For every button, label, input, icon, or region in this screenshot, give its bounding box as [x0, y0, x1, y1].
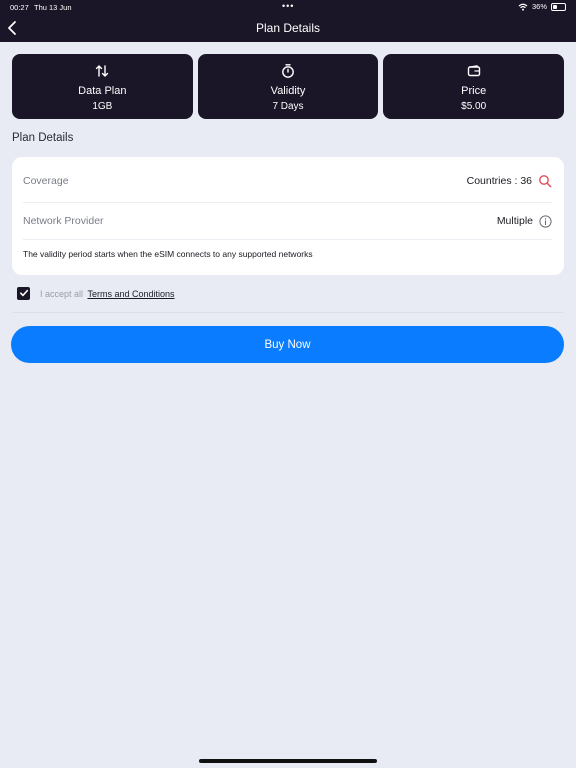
price-card: Price $5.00 — [383, 54, 565, 119]
section-title: Plan Details — [12, 132, 74, 144]
search-icon[interactable] — [538, 174, 552, 188]
network-provider-row: Network Provider Multiple — [23, 202, 552, 240]
provider-value: Multiple — [496, 215, 533, 227]
validity-note: The validity period starts when the eSIM… — [23, 249, 313, 259]
price-value: $5.00 — [461, 101, 487, 112]
status-bar: 00:27 Thu 13 Jun ••• 36% — [0, 0, 576, 14]
price-title: Price — [461, 85, 487, 97]
info-icon[interactable] — [539, 214, 552, 228]
battery-icon — [551, 2, 566, 11]
summary-cards: Data Plan 1GB Validity 7 Days Price $5.0… — [12, 54, 565, 119]
status-right: 36% — [518, 2, 566, 11]
home-indicator[interactable] — [199, 759, 377, 763]
stopwatch-icon — [282, 64, 294, 78]
plan-details-panel: Coverage Countries : 36 Network Provider… — [12, 157, 564, 275]
validity-title: Validity — [270, 85, 306, 97]
divider — [23, 239, 552, 240]
separator — [12, 312, 564, 313]
coverage-value-group: Countries : 36 — [467, 174, 552, 188]
content-sheet: Data Plan 1GB Validity 7 Days Price $5.0… — [0, 42, 576, 768]
terms-link[interactable]: Terms and Conditions — [87, 289, 174, 299]
terms-row: I accept all Terms and Conditions — [17, 284, 175, 302]
coverage-label: Coverage — [23, 175, 69, 187]
status-time: 00:27 — [10, 3, 29, 12]
terms-prefix: I accept all — [40, 289, 84, 299]
validity-value: 7 Days — [272, 101, 304, 112]
data-plan-value: 1GB — [92, 101, 113, 112]
checkmark-icon — [19, 289, 28, 297]
multitasking-dots[interactable]: ••• — [282, 1, 294, 11]
data-plan-card: Data Plan 1GB — [12, 54, 193, 119]
terms-checkbox[interactable] — [17, 286, 30, 300]
coverage-row[interactable]: Coverage Countries : 36 — [23, 162, 552, 200]
coverage-value: Countries : 36 — [466, 175, 532, 187]
wallet-icon — [467, 65, 480, 77]
data-plan-title: Data Plan — [78, 85, 127, 97]
page-title: Plan Details — [255, 21, 321, 35]
status-date: Thu 13 Jun — [34, 3, 72, 12]
top-bar: 00:27 Thu 13 Jun ••• 36% Plan Details — [0, 0, 576, 42]
battery-percent: 36% — [531, 2, 547, 11]
up-down-arrows-icon — [96, 65, 109, 77]
provider-label: Network Provider — [23, 215, 104, 227]
wifi-icon — [518, 3, 528, 11]
provider-value-group: Multiple — [496, 214, 552, 228]
validity-card: Validity 7 Days — [197, 54, 379, 119]
buy-now-button[interactable]: Buy Now — [11, 326, 564, 363]
